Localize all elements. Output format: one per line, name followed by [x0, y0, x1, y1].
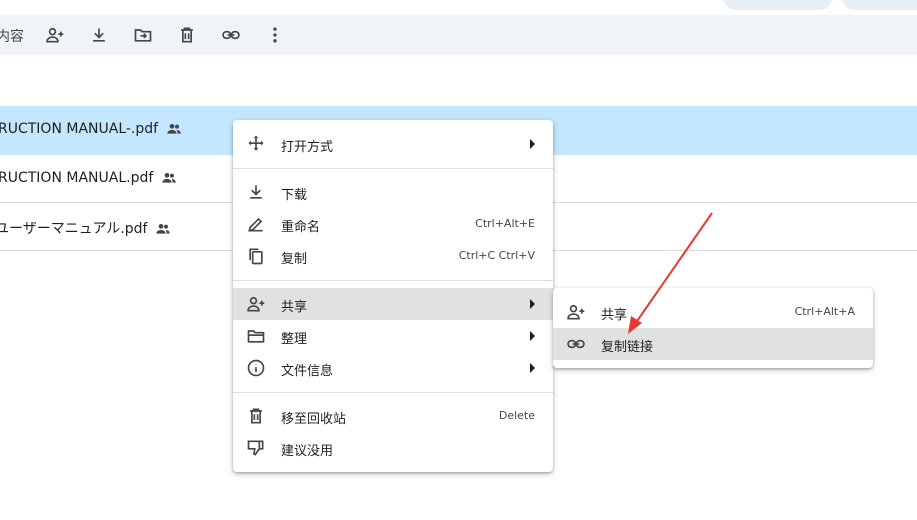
download-button[interactable] — [87, 23, 111, 47]
menu-item-file-info[interactable]: 文件信息 — [233, 352, 553, 384]
menu-divider — [233, 168, 553, 169]
link-icon — [222, 30, 240, 40]
trash-icon — [250, 408, 262, 424]
menu-item-label: 文件信息 — [281, 364, 334, 379]
menu-item-open-with[interactable]: 打开方式 — [233, 128, 553, 160]
add-person-icon — [46, 27, 64, 43]
menu-item-label: 整理 — [281, 332, 308, 347]
menu-item-label: 重命名 — [281, 220, 321, 235]
download-icon — [250, 185, 262, 199]
menu-item-shortcut: Ctrl+C Ctrl+V — [458, 249, 535, 262]
add-person-icon — [567, 304, 585, 320]
move-to-folder-icon — [134, 29, 152, 42]
menu-item-suggest[interactable]: 建议没用 — [233, 432, 553, 464]
submenu-arrow-icon — [530, 139, 535, 149]
menu-item-label: 共享 — [601, 308, 628, 323]
menu-item-download[interactable]: 下载 — [233, 176, 553, 208]
menu-item-label: 下载 — [281, 188, 308, 203]
menu-item-shortcut: Ctrl+Alt+E — [475, 217, 535, 230]
menu-item-shortcut: Ctrl+Alt+A — [794, 305, 855, 318]
delete-button[interactable] — [175, 23, 199, 47]
submenu-item-share[interactable]: 共享 Ctrl+Alt+A — [553, 296, 873, 328]
download-icon — [93, 28, 105, 42]
move-button[interactable] — [131, 23, 155, 47]
context-menu: 打开方式 下载 重命名 Ctrl+Alt+E 复制 Ctrl+C Ctrl+V … — [233, 120, 553, 472]
menu-item-label: 建议没用 — [281, 444, 334, 459]
menu-item-label: 复制 — [281, 252, 308, 267]
submenu-arrow-icon — [530, 299, 535, 309]
top-pill-right[interactable] — [842, 0, 917, 10]
file-name: ユーザーマニュアル.pdf — [0, 218, 171, 238]
shared-people-icon — [167, 124, 181, 134]
file-name: RUCTION MANUAL-.pdf — [0, 121, 182, 137]
info-icon — [247, 359, 265, 377]
menu-item-copy[interactable]: 复制 Ctrl+C Ctrl+V — [233, 240, 553, 272]
trash-icon — [181, 27, 193, 43]
move-arrows-icon — [248, 135, 264, 151]
thumb-down-icon — [247, 440, 264, 456]
menu-item-organize[interactable]: 整理 — [233, 320, 553, 352]
pencil-icon — [248, 217, 263, 232]
share-button[interactable] — [43, 23, 67, 47]
shared-people-icon — [156, 224, 171, 234]
menu-item-label: 复制链接 — [601, 340, 654, 355]
submenu-arrow-icon — [530, 331, 535, 341]
add-person-icon — [247, 296, 265, 312]
menu-item-trash[interactable]: 移至回收站 Delete — [233, 400, 553, 432]
submenu-item-copy-link[interactable]: 复制链接 — [553, 328, 873, 360]
menu-item-label: 移至回收站 — [281, 412, 347, 427]
copy-icon — [249, 248, 263, 265]
menu-item-label: 共享 — [281, 300, 308, 315]
more-vert-icon — [273, 27, 277, 43]
toolbar-partial-label: 内容 — [0, 29, 24, 45]
share-submenu: 共享 Ctrl+Alt+A 复制链接 — [553, 288, 873, 368]
file-name: RUCTION MANUAL.pdf — [0, 170, 177, 186]
menu-divider — [233, 392, 553, 393]
copy-link-button[interactable] — [219, 23, 243, 47]
selection-toolbar: 内容 — [0, 15, 917, 55]
folder-icon — [247, 330, 265, 343]
menu-item-shortcut: Delete — [498, 409, 535, 422]
menu-divider — [233, 280, 553, 281]
menu-item-share[interactable]: 共享 — [233, 288, 553, 320]
submenu-arrow-icon — [530, 363, 535, 373]
menu-item-label: 打开方式 — [281, 140, 334, 155]
menu-item-rename[interactable]: 重命名 Ctrl+Alt+E — [233, 208, 553, 240]
top-pill-left[interactable] — [724, 0, 832, 10]
link-icon — [567, 339, 585, 349]
more-actions-button[interactable] — [263, 23, 287, 47]
shared-people-icon — [162, 173, 176, 183]
